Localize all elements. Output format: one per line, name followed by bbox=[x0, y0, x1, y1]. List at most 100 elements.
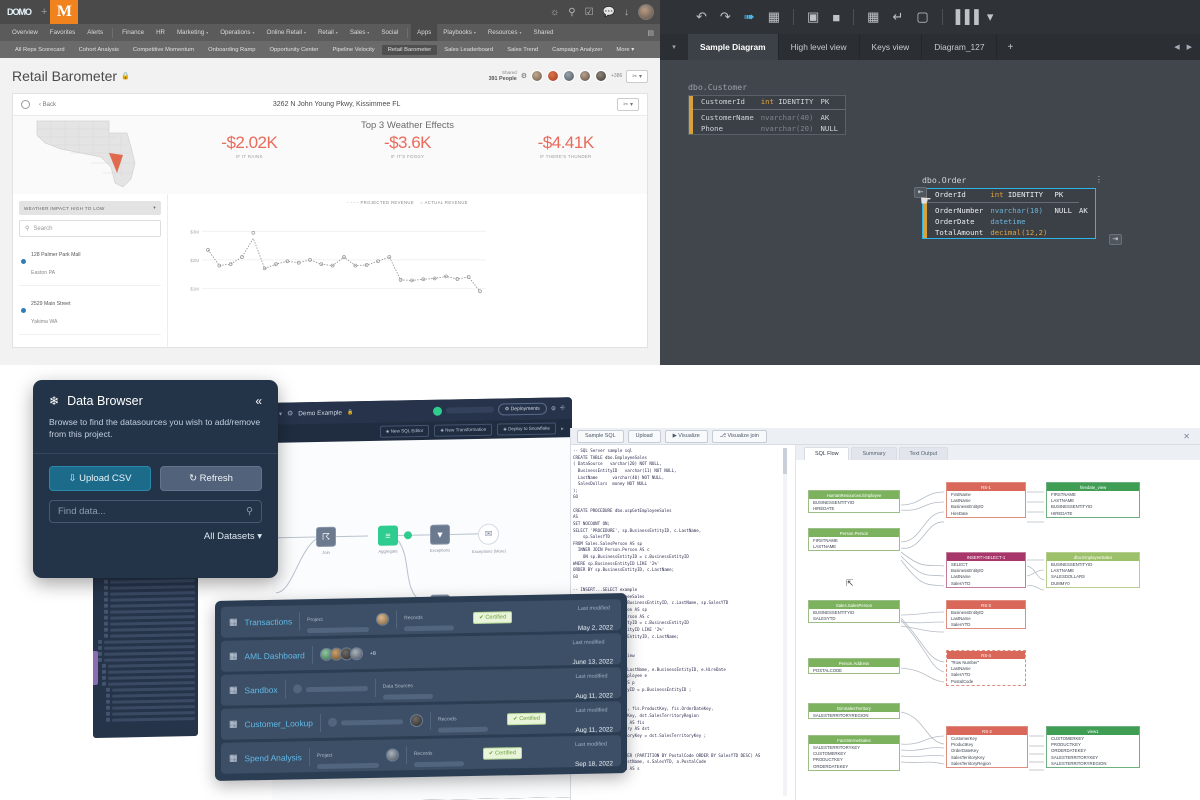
tab-summary[interactable]: Summary bbox=[851, 447, 897, 460]
subnav-item-onboarding-ramp[interactable]: Onboarding Ramp bbox=[201, 47, 262, 53]
database-tree-panel[interactable] bbox=[93, 560, 198, 739]
tab-keys-view[interactable]: Keys view bbox=[860, 34, 923, 60]
lightbulb-icon[interactable]: ☼ bbox=[550, 7, 559, 18]
tab-diagram_127[interactable]: Diagram_127 bbox=[922, 34, 998, 60]
tab-sample-diagram[interactable]: Sample Diagram bbox=[688, 34, 779, 60]
tab-nav-arrows[interactable]: ◀ ▶ bbox=[1174, 43, 1200, 51]
subnav-item-opportunity-center[interactable]: Opportunity Center bbox=[263, 47, 326, 53]
avatar[interactable] bbox=[595, 70, 608, 82]
avatar[interactable] bbox=[349, 647, 363, 661]
flow-table-emp_sales[interactable]: dbo.EmployeeSales BUSINESSENTITYID LASTNAM… bbox=[1046, 552, 1140, 588]
avatar[interactable] bbox=[638, 4, 654, 20]
subnav-item-all-reps-scorecard[interactable]: All Reps Scorecard bbox=[8, 47, 72, 53]
flow-table-ins_sel[interactable]: INSERT>SELECT-1 SELECT BusinessEntityID Las… bbox=[946, 552, 1026, 588]
account-icon[interactable]: ⎆ bbox=[560, 405, 565, 412]
flow-table-rs3[interactable]: RS-3 BusinessEntityID LastName SalesYTD bbox=[946, 600, 1026, 630]
dataset-row[interactable]: ▦ AML Dashboard +8 Last modified June 13, 20… bbox=[221, 633, 621, 672]
search-input-placeholder[interactable] bbox=[445, 406, 494, 414]
nav-item-online-retail[interactable]: Online Retail ▾ bbox=[261, 29, 312, 36]
list-item[interactable]: 128 Palmer Park Mall Easton PA bbox=[19, 237, 161, 286]
search-input[interactable]: ⚲ Search bbox=[19, 220, 161, 237]
back-link[interactable]: ‹ Back bbox=[39, 102, 56, 108]
avatar[interactable] bbox=[376, 612, 390, 626]
node-exceptions[interactable]: ▼ bbox=[430, 524, 450, 545]
subnav-item-cohort-analysis[interactable]: Cohort Analysis bbox=[72, 47, 126, 53]
nav-item-hr[interactable]: HR bbox=[150, 29, 171, 36]
panel-toggle-icon[interactable]: ▤ bbox=[647, 29, 660, 37]
nav-item-operations[interactable]: Operations ▾ bbox=[214, 29, 260, 36]
flow-table-sales_sp[interactable]: Sales.SalesPerson BUSINESSENTITYID SALESYT… bbox=[808, 600, 900, 623]
nav-item-marketing[interactable]: Marketing ▾ bbox=[171, 29, 214, 36]
all-datasets-filter[interactable]: All Datasets ▾ bbox=[49, 531, 262, 542]
note-icon[interactable]: ▢ bbox=[916, 9, 928, 25]
entity-customer[interactable]: dbo.Customer CustomerId int IDENTITY PK … bbox=[688, 82, 847, 135]
prep-button-new-sql-editor[interactable]: ◈ New SQL Editor bbox=[379, 424, 430, 438]
chat-icon[interactable]: 💬 bbox=[603, 7, 615, 18]
collapse-right-icon[interactable]: ⇥ bbox=[1108, 234, 1122, 245]
dataset-row[interactable]: ▦ Customer_Lookup Records ✔ Certified Last m… bbox=[221, 701, 621, 740]
dataset-name[interactable]: AML Dashboard bbox=[245, 650, 305, 661]
add-tab-button[interactable]: + bbox=[997, 42, 1023, 53]
layers-icon[interactable]: ▌▌▌ ▾ bbox=[956, 9, 994, 25]
nav-item-shared[interactable]: Shared bbox=[527, 29, 559, 36]
undo-icon[interactable]: ↶ bbox=[696, 9, 707, 25]
find-data-input[interactable]: Find data... ⚲ bbox=[49, 499, 262, 523]
flow-table-fact_sales[interactable]: FactInternetSales SALESTERRITORYKEY CUSTOM… bbox=[808, 735, 900, 771]
sort-dropdown[interactable]: WEATHER IMPACT HIGH TO LOW ▾ bbox=[19, 201, 161, 215]
subnav-item-sales-trend[interactable]: Sales Trend bbox=[500, 47, 545, 53]
nav-item-retail[interactable]: Retail ▾ bbox=[312, 29, 344, 36]
dataset-name[interactable]: Sandbox bbox=[245, 684, 278, 695]
nav-item-alerts[interactable]: Alerts bbox=[81, 29, 109, 36]
tab-high-level-view[interactable]: High level view bbox=[779, 34, 860, 60]
gear-icon[interactable]: ⚙ bbox=[287, 409, 293, 417]
florida-map[interactable] bbox=[13, 116, 168, 194]
pointer-icon[interactable]: ➠ bbox=[744, 9, 755, 25]
sql-button-upload[interactable]: Upload bbox=[627, 429, 661, 443]
domo-logo[interactable]: DOMO bbox=[0, 0, 38, 24]
dataset-name[interactable]: Spend Analysis bbox=[245, 752, 302, 763]
redo-icon[interactable]: ↷ bbox=[720, 9, 731, 25]
flow-table-rs4[interactable]: RS-4 "Row Number" LastName SalesYTD PostalCo… bbox=[946, 650, 1026, 686]
dataset-name[interactable]: Transactions bbox=[245, 616, 293, 627]
avatar[interactable] bbox=[547, 70, 560, 82]
nav-item-apps[interactable]: Apps bbox=[411, 24, 438, 41]
avatar[interactable] bbox=[409, 713, 423, 728]
flow-table-person[interactable]: Person.Person FIRSTNAME LASTNAME bbox=[808, 528, 900, 551]
entity-menu-icon[interactable]: ⋮ bbox=[1095, 175, 1103, 184]
sql-flow-canvas[interactable]: HumanResources.Employee BUSINESSENTITYID H… bbox=[796, 460, 1200, 800]
flow-table-rs1[interactable]: RS-1 FirstName LastName BusinessEntityID Hir… bbox=[946, 482, 1026, 518]
erd-canvas[interactable]: dbo.Customer CustomerId int IDENTITY PK … bbox=[660, 60, 1200, 365]
marquee-select-icon[interactable]: ▦ bbox=[768, 9, 780, 25]
subnav-item-retail-barometer[interactable]: Retail Barometer bbox=[381, 44, 438, 55]
gear-icon[interactable]: ⚙ bbox=[521, 72, 527, 80]
download-icon[interactable]: ↓ bbox=[624, 7, 629, 18]
dataset-row[interactable]: ▦ Spend Analysis Project Records ✔ Certified… bbox=[221, 735, 621, 774]
flow-table-view1[interactable]: view1 CUSTOMERKEY PRODUCTKEY ORDERDATEKEY SA… bbox=[1046, 726, 1140, 768]
nav-item-favorites[interactable]: Favorites bbox=[44, 29, 81, 36]
close-icon[interactable]: ✕ bbox=[1183, 432, 1190, 441]
avatar[interactable] bbox=[385, 748, 399, 762]
nav-item-social[interactable]: Social bbox=[375, 29, 404, 36]
tab-text-output[interactable]: Text Output bbox=[898, 447, 949, 460]
tree-item[interactable] bbox=[96, 715, 195, 723]
chevron-double-left-icon[interactable]: « bbox=[255, 394, 262, 408]
chevron-down-icon[interactable]: ▾ bbox=[660, 43, 688, 51]
entity-order[interactable]: dbo.Order ⋮ OrderId int IDENTITY PK Orde… bbox=[914, 175, 1122, 245]
subnav-item-competitive-momentum[interactable]: Competitive Momentum bbox=[126, 47, 201, 53]
refresh-button[interactable]: ↻ Refresh bbox=[160, 465, 262, 491]
chevron-down-icon[interactable]: ▾ bbox=[279, 410, 282, 417]
avatar[interactable] bbox=[563, 70, 576, 82]
node-join[interactable]: ☈ bbox=[316, 526, 336, 548]
subnav-item-sales-leaderboard[interactable]: Sales Leaderboard bbox=[437, 47, 500, 53]
prev-tab-icon[interactable]: ◀ bbox=[1174, 43, 1179, 51]
table-icon[interactable]: ▦ bbox=[867, 9, 879, 25]
list-item[interactable]: 2529 Main Street Yakima WA bbox=[19, 286, 161, 335]
relationship-icon[interactable]: ↵ bbox=[892, 9, 903, 25]
nav-item-playbooks[interactable]: Playbooks ▾ bbox=[437, 29, 482, 36]
avatar[interactable] bbox=[531, 70, 544, 82]
nav-item-finance[interactable]: Finance bbox=[116, 29, 150, 36]
card-tools-button[interactable]: ✂ ▾ bbox=[617, 98, 639, 111]
node-aggregate[interactable]: ≡ bbox=[378, 525, 398, 546]
upload-csv-button[interactable]: ⇩ Upload CSV bbox=[49, 465, 151, 491]
vertical-tab-handle[interactable] bbox=[93, 650, 98, 686]
